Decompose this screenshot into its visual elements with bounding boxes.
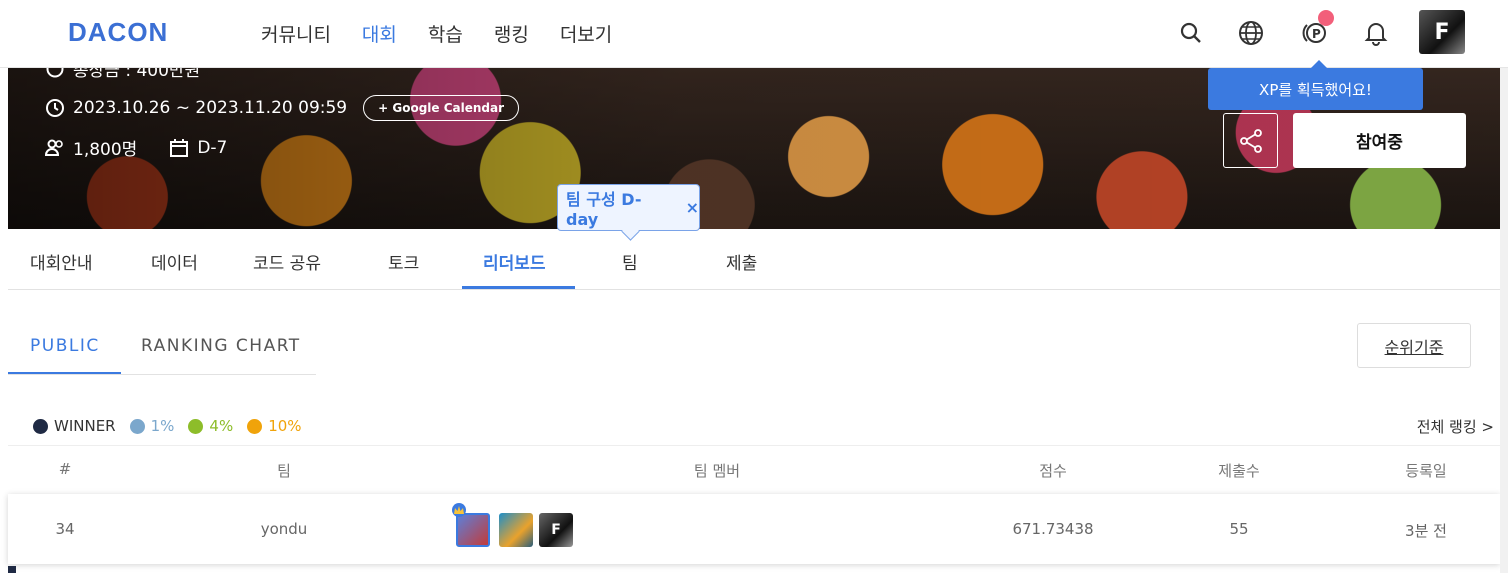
tab-data[interactable]: 데이터	[151, 249, 198, 274]
header-submissions: 제출수	[1218, 462, 1260, 480]
dacon-logo[interactable]: DACON	[68, 17, 168, 48]
tab-team[interactable]: 팀	[622, 249, 638, 274]
top-nav: DACON 커뮤니티 대회 학습 랭킹 더보기 P F	[0, 0, 1508, 68]
menu-item-community[interactable]: 커뮤니티	[261, 20, 331, 47]
join-button[interactable]: 참여중	[1293, 113, 1466, 168]
tier-legend: WINNER 1% 4% 10%	[33, 417, 302, 435]
team-dday-text: 팀 구성 D-day	[566, 190, 642, 229]
tab-talk[interactable]: 토크	[388, 249, 419, 274]
prize-text: 총상금 : 400만원	[73, 68, 201, 81]
prize-line: 총상금 : 400만원	[45, 68, 200, 81]
header-score: 점수	[1039, 462, 1067, 480]
legend-10pct: 10%	[247, 417, 302, 435]
clock-icon	[45, 98, 65, 118]
member-avatar[interactable]: F	[539, 513, 573, 547]
scrollbar[interactable]	[1500, 68, 1508, 573]
share-button[interactable]	[1223, 113, 1278, 168]
leaderboard-subtabs: PUBLIC RANKING CHART	[8, 318, 316, 375]
menu-item-ranking[interactable]: 랭킹	[494, 20, 529, 47]
subtab-ranking-chart[interactable]: RANKING CHART	[141, 336, 301, 356]
header-team: 팀	[277, 462, 291, 480]
share-icon	[1239, 128, 1262, 153]
member-avatar[interactable]	[456, 513, 490, 547]
winner-marker	[8, 566, 16, 573]
period-line: 2023.10.26 ~ 2023.11.20 09:59 + Google C…	[45, 95, 520, 121]
notification-dot	[1318, 10, 1334, 26]
tab-submit[interactable]: 제출	[726, 249, 757, 274]
menu-item-competition[interactable]: 대회	[362, 20, 397, 47]
tab-overview[interactable]: 대회안내	[30, 249, 93, 274]
submissions-cell: 55	[1229, 520, 1249, 538]
subtab-public[interactable]: PUBLIC	[30, 336, 100, 356]
bell-icon[interactable]	[1361, 18, 1391, 48]
header-members: 팀 멤버	[693, 462, 741, 480]
menu-item-learning[interactable]: 학습	[428, 20, 463, 47]
tab-leaderboard[interactable]: 리더보드	[483, 249, 546, 274]
team-cell[interactable]: yondu	[261, 520, 308, 538]
globe-icon[interactable]	[1236, 18, 1266, 48]
people-icon	[45, 138, 65, 158]
legend-4pct: 4%	[188, 417, 233, 435]
rank-cell: 34	[55, 520, 75, 538]
active-subtab-underline	[8, 372, 121, 374]
stats-line: 1,800명 D-7	[45, 135, 227, 160]
calendar-icon	[169, 138, 189, 158]
legend-1pct: 1%	[129, 417, 174, 435]
crown-icon	[452, 503, 466, 517]
score-cell: 671.73438	[1012, 520, 1094, 538]
table-row[interactable]: 34 yondu F 671.73438 55 3분 전	[8, 494, 1500, 564]
member-avatar[interactable]	[499, 513, 533, 547]
prize-icon	[45, 68, 65, 79]
header-date: 등록일	[1405, 462, 1447, 480]
competition-tabs: 대회안내 데이터 코드 공유 토크 리더보드 팀 제출	[8, 229, 1500, 290]
dday-text: D-7	[197, 137, 228, 158]
all-ranking-link[interactable]: 전체 랭킹 >	[1417, 416, 1494, 437]
svg-text:P: P	[1312, 27, 1321, 41]
legend-winner: WINNER	[33, 417, 116, 435]
header-rank: #	[58, 460, 72, 478]
active-tab-underline	[462, 286, 575, 289]
team-dday-tooltip: 팀 구성 D-day ×	[557, 184, 700, 231]
tab-code-share[interactable]: 코드 공유	[253, 249, 321, 274]
period-text: 2023.10.26 ~ 2023.11.20 09:59	[73, 98, 348, 118]
xp-tooltip: XP를 획득했어요!	[1208, 60, 1423, 110]
participants-count: 1,800명	[73, 140, 138, 160]
search-icon[interactable]	[1176, 18, 1206, 48]
user-avatar[interactable]: F	[1419, 10, 1465, 54]
table-header: # 팀 팀 멤버 점수 제출수 등록일	[8, 445, 1500, 493]
menu-item-more[interactable]: 더보기	[560, 20, 612, 47]
google-calendar-button[interactable]: + Google Calendar	[363, 95, 520, 121]
date-cell: 3분 전	[1405, 522, 1447, 540]
close-icon[interactable]: ×	[686, 198, 699, 217]
rank-basis-button[interactable]: 순위기준	[1357, 323, 1471, 368]
main-menu: 커뮤니티 대회 학습 랭킹 더보기	[261, 20, 612, 47]
